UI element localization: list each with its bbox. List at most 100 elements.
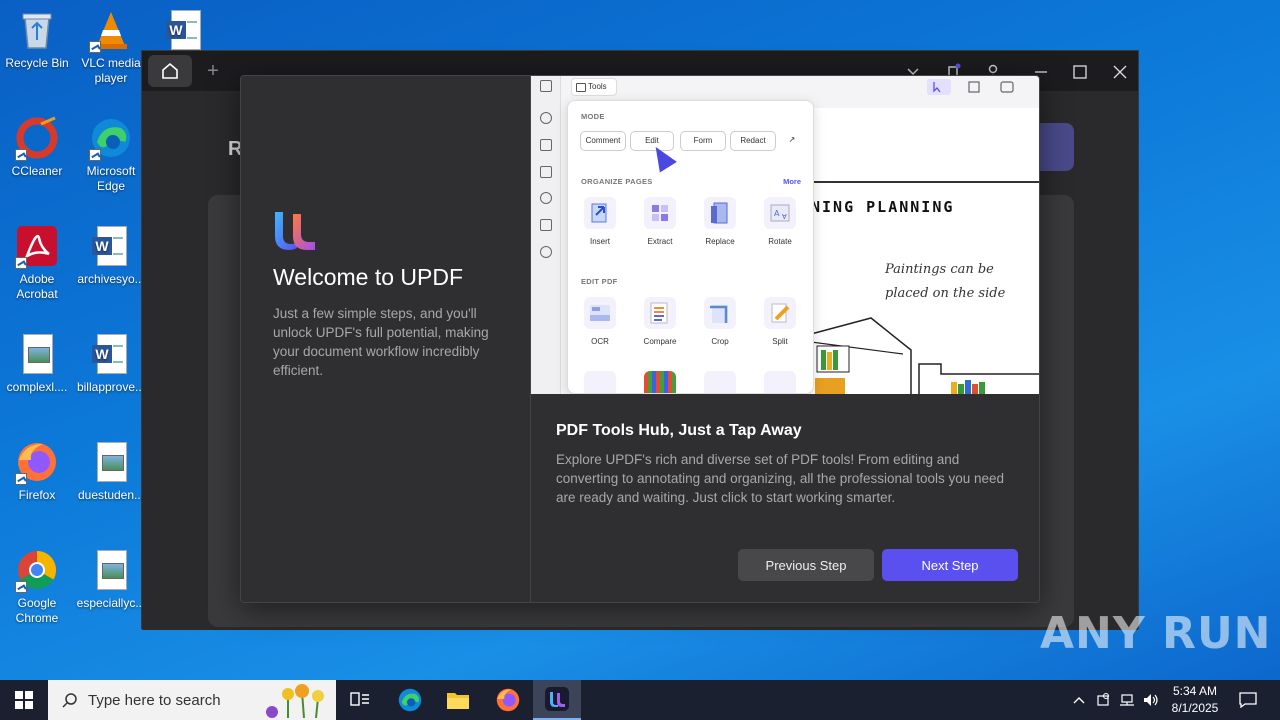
preview-tool-extract: Extract — [636, 197, 684, 246]
tray-volume-button[interactable] — [1140, 680, 1162, 720]
preview-tool-label: Replace — [705, 237, 735, 246]
desktop-icon-duestuden[interactable]: duestuden... — [74, 440, 148, 503]
desktop-icon-firefox[interactable]: Firefox — [0, 440, 74, 503]
desktop-icon-especiallyc[interactable]: especiallyc... — [74, 548, 148, 611]
preview-tool-row3-b — [636, 371, 684, 393]
rotate-icon: AⱯ — [764, 197, 796, 229]
new-tab-plus-icon[interactable]: + — [202, 60, 224, 82]
tray-network-button[interactable] — [1116, 680, 1138, 720]
shortcut-arrow-icon — [15, 581, 27, 593]
desktop-icon-label: CCleaner — [11, 164, 63, 178]
preview-tool-split: Split — [756, 297, 804, 346]
desktop-icon-label: Recycle Bin — [5, 56, 69, 70]
step-right-pane: Tools NING PLANNING Paintings can be pla… — [531, 76, 1039, 602]
taskbar-search-box[interactable]: Type here to search — [48, 680, 336, 720]
desktop-icon-acrobat[interactable]: Adobe Acrobat — [0, 224, 74, 302]
preview-tool-insert: Insert — [576, 197, 624, 246]
desktop-icon-word-top[interactable]: W — [148, 8, 222, 56]
preview-tool-replace: Replace — [696, 197, 744, 246]
search-icon — [540, 112, 552, 124]
preview-tool-label: Crop — [711, 337, 729, 346]
next-step-button[interactable]: Next Step — [882, 549, 1018, 581]
desktop-icon-label: Google Chrome — [15, 596, 59, 625]
close-icon — [1113, 65, 1127, 79]
welcome-dialog: Welcome to UPDF Just a few simple steps,… — [240, 75, 1040, 603]
preview-tool-row3-a — [576, 371, 624, 393]
insert-icon — [584, 197, 616, 229]
preview-note-line-1: Paintings can be — [885, 262, 994, 277]
desktop-icon-edge[interactable]: Microsoft Edge — [74, 116, 148, 194]
tray-shield-button[interactable] — [1093, 680, 1115, 720]
step-description: Explore UPDF's rich and diverse set of P… — [556, 452, 1005, 505]
previous-step-button[interactable]: Previous Step — [738, 549, 874, 581]
edge-icon — [89, 116, 133, 161]
start-button[interactable] — [0, 680, 48, 720]
ocr-icon — [584, 297, 616, 329]
extract-icon — [644, 197, 676, 229]
desktop-icon-label: VLC media player — [81, 56, 141, 85]
chrome-icon — [15, 548, 59, 593]
firefox-icon — [15, 440, 59, 485]
taskbar-firefox[interactable] — [484, 680, 532, 720]
desktop-icon-recycle-bin[interactable]: Recycle Bin — [0, 8, 74, 71]
search-placeholder: Type here to search — [88, 691, 221, 709]
preview-tool-crop: Crop — [696, 297, 744, 346]
tray-show-hidden-button[interactable] — [1068, 680, 1090, 720]
compare-icon — [644, 297, 676, 329]
preview-tool-label: Compare — [643, 337, 677, 346]
desktop-icon-chrome[interactable]: Google Chrome — [0, 548, 74, 626]
home-tab[interactable] — [148, 55, 192, 87]
desktop-icon-archivesyo[interactable]: W archivesyo... — [74, 224, 148, 287]
image-file-icon — [89, 548, 133, 592]
preview-organize-heading: ORGANIZE PAGES — [581, 177, 653, 186]
desktop-icon-billapprove[interactable]: W billapprove... — [74, 332, 148, 395]
desktop-icon-label: complexl.... — [6, 380, 68, 394]
desktop-icon-label: Adobe Acrobat — [16, 272, 58, 301]
action-center-button[interactable] — [1232, 680, 1264, 720]
desktop-icon-label: Microsoft Edge — [86, 164, 136, 193]
edge-icon — [398, 688, 422, 712]
bookmark-icon — [540, 166, 552, 178]
svg-text:Ɐ: Ɐ — [782, 213, 787, 221]
svg-text:A: A — [774, 209, 780, 218]
preview-more-link: More — [783, 177, 801, 186]
close-button[interactable] — [1107, 59, 1133, 85]
preview-doc-title: NING PLANNING — [811, 198, 955, 216]
grid-icon — [540, 80, 552, 92]
vlc-cone-icon — [89, 8, 133, 53]
desktop-icon-ccleaner[interactable]: CCleaner — [0, 116, 74, 179]
taskbar-file-explorer[interactable] — [434, 680, 482, 720]
taskbar-clock[interactable]: 5:34 AM 8/1/2025 — [1160, 683, 1230, 717]
shortcut-arrow-icon — [89, 41, 101, 53]
acrobat-icon — [15, 224, 59, 269]
clock-time: 5:34 AM — [1172, 684, 1218, 698]
preview-export-icon: ↗ — [782, 131, 802, 151]
firefox-icon — [496, 688, 520, 712]
maximize-button[interactable] — [1067, 59, 1093, 85]
desktop-icon-vlc[interactable]: VLC media player — [74, 8, 148, 86]
word-document-icon: W — [89, 332, 133, 376]
ccleaner-icon — [15, 116, 59, 161]
attachment-page-icon — [540, 219, 552, 231]
desktop-icon-complexl[interactable]: complexl.... — [0, 332, 74, 395]
preview-tool-label: OCR — [591, 337, 609, 346]
task-view-icon — [350, 692, 369, 706]
search-icon — [62, 693, 77, 708]
image-file-icon — [15, 332, 59, 376]
volume-icon — [1144, 694, 1158, 706]
preview-tools-panel: MODE Comment Edit Form Redact ↗ ORGANIZE… — [567, 100, 814, 394]
taskbar-updf[interactable] — [533, 680, 581, 720]
recycle-bin-icon — [15, 8, 59, 52]
preview-tool-label: Rotate — [768, 237, 792, 246]
taskbar-edge[interactable] — [386, 680, 434, 720]
welcome-description: Just a few simple steps, and you'll unlo… — [273, 306, 489, 378]
task-view-button[interactable] — [336, 680, 384, 720]
preview-tool-rotate: AⱯ Rotate — [756, 197, 804, 246]
preview-mode-redact: Redact — [730, 131, 776, 151]
preview-tool-ocr: OCR — [576, 297, 624, 346]
shortcut-arrow-icon — [15, 149, 27, 161]
shortcut-arrow-icon — [15, 257, 27, 269]
preview-sidebar — [531, 76, 561, 394]
defender-icon — [1097, 693, 1109, 706]
desktop-icon-label: billapprove... — [76, 380, 146, 394]
